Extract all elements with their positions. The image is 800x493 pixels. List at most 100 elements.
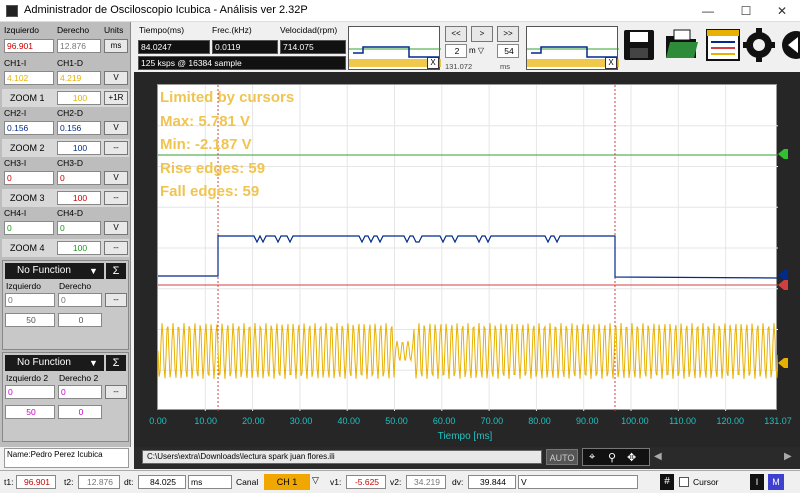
function2-left-field[interactable]: 0 (5, 385, 55, 399)
ch4-right-field[interactable]: 0 (57, 221, 101, 235)
save-button[interactable] (620, 24, 660, 66)
function1-left-field[interactable]: 0 (5, 293, 55, 307)
mini-preview-left-close[interactable]: X (427, 57, 439, 69)
dt-field[interactable]: 84.025 (138, 475, 186, 489)
function1-zoom-right-field[interactable]: 0 (58, 313, 102, 327)
close-button[interactable]: ✕ (764, 0, 800, 22)
m-button[interactable]: M (768, 474, 784, 490)
zoom2-button[interactable]: -- (104, 141, 128, 155)
back-button[interactable] (776, 24, 800, 66)
zoom4-button[interactable]: -- (104, 241, 128, 255)
report-button[interactable] (703, 24, 743, 66)
ch2-right-field[interactable]: 0.156 (57, 121, 101, 135)
ch2-left-field[interactable]: 0.156 (4, 121, 54, 135)
floppy-disk-icon (620, 24, 660, 66)
cursor-stats-overlay: Limited by cursors Max: 5.781 V Min: -2.… (160, 86, 294, 204)
i-button[interactable]: I (750, 474, 764, 490)
cursor-left-field[interactable]: 96.901 (4, 39, 54, 53)
zoom1-field[interactable]: 100 (57, 91, 101, 105)
zoom3-button[interactable]: -- (104, 191, 128, 205)
scale-unit-select[interactable]: m ▽ (469, 44, 493, 58)
function2-zoom-right-field[interactable]: 0 (58, 405, 102, 419)
function2-select-label: No Function (17, 357, 71, 368)
ch2-left-label: CH2-I (4, 108, 26, 118)
zoom1-label: ZOOM 1 (10, 93, 45, 103)
mini-preview-right[interactable]: X (526, 26, 618, 70)
x-tick-label: 50.00 (381, 416, 411, 426)
function1-select[interactable]: No Function ▼ (5, 263, 104, 279)
ch3-marker[interactable] (778, 280, 788, 290)
ch1-right-field[interactable]: 4.219 (57, 71, 101, 85)
next-button[interactable]: > (471, 26, 493, 42)
ch1-left-label: CH1-I (4, 58, 26, 68)
pan-icon[interactable]: ✥ (627, 451, 636, 464)
function1-button[interactable]: -- (105, 293, 127, 307)
overlay-max: Max: 5.781 V (160, 110, 294, 134)
scale-value[interactable]: 2 (445, 44, 467, 58)
scroll-right-icon[interactable]: ▶ (784, 449, 798, 465)
maximize-button[interactable]: ☐ (728, 0, 764, 22)
function1-zoom-field[interactable]: 50 (5, 313, 55, 327)
function1-sigma-button[interactable]: Σ (106, 263, 126, 279)
settings-button[interactable] (742, 24, 776, 66)
function1-left-label: Izquierdo (6, 281, 41, 291)
minimize-button[interactable]: — (690, 0, 726, 22)
function2-sigma-button[interactable]: Σ (106, 355, 126, 371)
function1-right-field[interactable]: 0 (58, 293, 102, 307)
ch3-right-field[interactable]: 0 (57, 171, 101, 185)
ch4-unit-button[interactable]: V (104, 221, 128, 235)
x-tick-label: 100.00 (620, 416, 650, 426)
zoom4-field[interactable]: 100 (57, 241, 101, 255)
right-header: Derecho (57, 25, 89, 35)
ch3-unit-button[interactable]: V (104, 171, 128, 185)
scroll-left-icon[interactable]: ◀ (654, 449, 668, 465)
open-folder-button[interactable] (662, 24, 702, 66)
zoom2-field[interactable]: 100 (57, 141, 101, 155)
zoom3-field[interactable]: 100 (57, 191, 101, 205)
function2-zoom-field[interactable]: 50 (5, 405, 55, 419)
function1-select-label: No Function (17, 265, 71, 276)
ch2-right-label: CH2-D (57, 108, 83, 118)
x-axis-label: Tiempo [ms] (420, 431, 510, 442)
t1-field[interactable]: 96.901 (16, 475, 56, 489)
ch4-left-field[interactable]: 0 (4, 221, 54, 235)
units-button[interactable]: ms (104, 39, 128, 53)
cursor-right-field[interactable]: 12.876 (57, 39, 101, 53)
mini-preview-left[interactable]: X (348, 26, 440, 70)
canal-value: CH 1 (277, 477, 298, 487)
mini-preview-right-close[interactable]: X (605, 57, 617, 69)
ch1-unit-button[interactable]: V (104, 71, 128, 85)
auto-button[interactable]: AUTO (546, 449, 578, 465)
function2-select[interactable]: No Function ▼ (5, 355, 104, 371)
function2-right-field[interactable]: 0 (58, 385, 102, 399)
function2-button[interactable]: -- (105, 385, 127, 399)
chevron-down-icon[interactable]: ▽ (312, 475, 319, 486)
zoom3-row: ZOOM 3 100 -- (2, 189, 129, 207)
next2-button[interactable]: >> (497, 26, 519, 42)
back-arrow-icon (776, 24, 800, 66)
dv-label: dv: (452, 477, 463, 487)
cursor-checkbox[interactable] (679, 477, 689, 487)
v1-field[interactable]: -5.625 (346, 475, 386, 489)
zoom1-button[interactable]: +1R (104, 91, 128, 105)
zoom-icon[interactable]: ⚲ (608, 451, 616, 464)
scale-right-value[interactable]: 54 (497, 44, 519, 58)
dv-unit: V (518, 475, 638, 489)
canal-select[interactable]: CH 1 (264, 474, 310, 490)
ch4-marker[interactable] (778, 149, 788, 159)
dv-field[interactable]: 39.844 (468, 475, 516, 489)
prev2-button[interactable]: << (445, 26, 467, 42)
ch2-unit-button[interactable]: V (104, 121, 128, 135)
time-total-unit: ms (500, 62, 510, 71)
ch1-left-field[interactable]: 4.102 (4, 71, 54, 85)
grid-toggle-button[interactable]: # (660, 474, 674, 490)
zoom2-row: ZOOM 2 100 -- (2, 139, 129, 157)
crosshair-icon[interactable]: ⌖ (589, 451, 595, 464)
v2-field[interactable]: 34.219 (406, 475, 446, 489)
ch2-marker[interactable] (778, 270, 788, 280)
ch1-marker[interactable] (778, 358, 788, 368)
ch3-left-field[interactable]: 0 (4, 171, 54, 185)
app-icon (6, 5, 18, 17)
t2-field[interactable]: 12.876 (78, 475, 120, 489)
function1-right-label: Derecho (59, 281, 91, 291)
